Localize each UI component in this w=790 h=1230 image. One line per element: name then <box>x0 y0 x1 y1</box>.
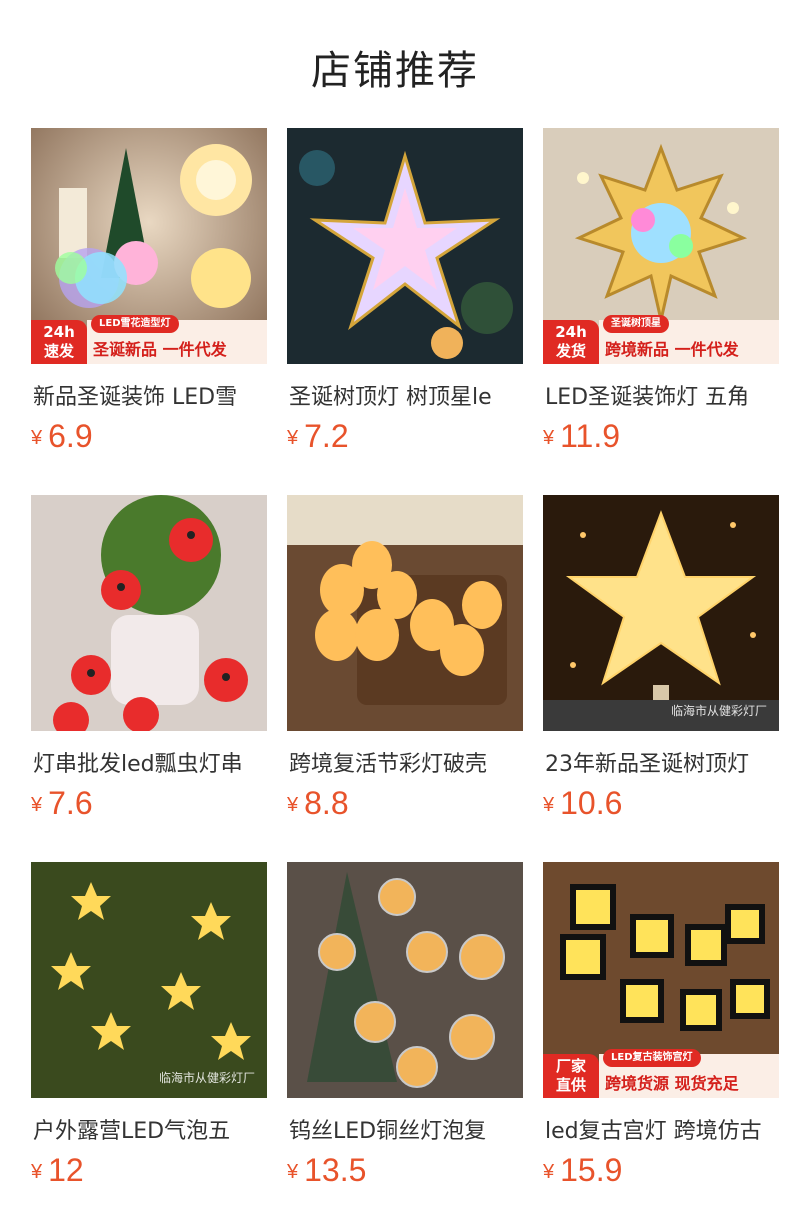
product-image[interactable] <box>287 862 523 1098</box>
badge-pill: LED雪花造型灯 <box>91 315 179 333</box>
page-title: 店铺推荐 <box>311 48 479 94</box>
currency-symbol: ¥ <box>543 427 555 449</box>
product-card[interactable]: 临海市从健彩灯厂 户外露营LED气泡五 ¥12 <box>31 862 267 1188</box>
product-image[interactable]: 24h 速发 LED雪花造型灯 圣诞新品 一件代发 <box>31 128 267 364</box>
product-name[interactable]: 23年新品圣诞树顶灯 <box>545 746 779 778</box>
product-image[interactable] <box>287 495 523 731</box>
product-image[interactable]: 24h 发货 圣诞树顶星 跨境新品 一件代发 <box>543 128 779 364</box>
badge-left-text: 24h 速发 <box>31 320 87 364</box>
product-grid: 24h 速发 LED雪花造型灯 圣诞新品 一件代发 新品圣诞装饰 LED雪 ¥6… <box>31 128 779 1188</box>
product-name[interactable]: 新品圣诞装饰 LED雪 <box>33 379 267 411</box>
product-card[interactable]: 圣诞树顶灯 树顶星le ¥7.2 <box>287 128 523 454</box>
badge-slogan: 跨境新品 一件代发 <box>605 340 739 359</box>
promo-badge: 24h 速发 LED雪花造型灯 圣诞新品 一件代发 <box>31 315 267 364</box>
product-price: ¥15.9 <box>543 1152 623 1188</box>
product-image[interactable]: 临海市从健彩灯厂 <box>543 495 779 731</box>
badge-pill: LED复古装饰宫灯 <box>603 1049 701 1067</box>
product-name[interactable]: LED圣诞装饰灯 五角 <box>545 379 779 411</box>
badge-pill: 圣诞树顶星 <box>603 315 669 333</box>
product-image[interactable]: 临海市从健彩灯厂 <box>31 862 267 1098</box>
product-card[interactable]: 钨丝LED铜丝灯泡复 ¥13.5 <box>287 862 523 1188</box>
product-card[interactable]: 24h 发货 圣诞树顶星 跨境新品 一件代发 LED圣诞装饰灯 五角 ¥11.9 <box>543 128 779 454</box>
product-price: ¥11.9 <box>543 418 621 454</box>
promo-badge: 厂家 直供 LED复古装饰宫灯 跨境货源 现货充足 <box>543 1049 779 1098</box>
product-name[interactable]: 灯串批发led瓢虫灯串 <box>33 746 267 778</box>
store-recommendations-page: 店铺推荐 24h 速发 LED雪花造型灯 圣诞新品 一件代发 新品圣诞装饰 LE… <box>0 0 790 1230</box>
product-card[interactable]: 厂家 直供 LED复古装饰宫灯 跨境货源 现货充足 led复古宫灯 跨境仿古 ¥… <box>543 862 779 1188</box>
badge-slogan: 跨境货源 现货充足 <box>605 1074 739 1093</box>
watermark-text: 临海市从健彩灯厂 <box>158 1071 255 1085</box>
product-name[interactable]: 钨丝LED铜丝灯泡复 <box>289 1113 523 1145</box>
currency-symbol: ¥ <box>287 427 299 449</box>
badge-left-text: 厂家 直供 <box>543 1054 599 1098</box>
currency-symbol: ¥ <box>31 794 43 816</box>
product-price: ¥7.6 <box>31 785 93 821</box>
promo-badge: 24h 发货 圣诞树顶星 跨境新品 一件代发 <box>543 315 779 364</box>
currency-symbol: ¥ <box>287 1161 299 1183</box>
badge-slogan: 圣诞新品 一件代发 <box>93 340 227 359</box>
currency-symbol: ¥ <box>287 794 299 816</box>
currency-symbol: ¥ <box>543 794 555 816</box>
product-price: ¥7.2 <box>287 418 349 454</box>
product-image[interactable] <box>31 495 267 731</box>
product-price: ¥8.8 <box>287 785 349 821</box>
product-card[interactable]: 跨境复活节彩灯破壳 ¥8.8 <box>287 495 523 821</box>
product-price: ¥13.5 <box>287 1152 367 1188</box>
product-price: ¥12 <box>31 1152 84 1188</box>
product-image[interactable]: 厂家 直供 LED复古装饰宫灯 跨境货源 现货充足 <box>543 862 779 1098</box>
product-price: ¥10.6 <box>543 785 623 821</box>
product-price: ¥6.9 <box>31 418 93 454</box>
badge-left-text: 24h 发货 <box>543 320 599 364</box>
product-card[interactable]: 24h 速发 LED雪花造型灯 圣诞新品 一件代发 新品圣诞装饰 LED雪 ¥6… <box>31 128 267 454</box>
product-image[interactable] <box>287 128 523 364</box>
watermark-text: 临海市从健彩灯厂 <box>670 704 767 718</box>
product-name[interactable]: 户外露营LED气泡五 <box>33 1113 267 1145</box>
product-name[interactable]: led复古宫灯 跨境仿古 <box>545 1113 779 1145</box>
product-name[interactable]: 圣诞树顶灯 树顶星le <box>289 379 523 411</box>
product-card[interactable]: 临海市从健彩灯厂 23年新品圣诞树顶灯 ¥10.6 <box>543 495 779 821</box>
product-name[interactable]: 跨境复活节彩灯破壳 <box>289 746 523 778</box>
currency-symbol: ¥ <box>31 427 43 449</box>
product-card[interactable]: 灯串批发led瓢虫灯串 ¥7.6 <box>31 495 267 821</box>
currency-symbol: ¥ <box>543 1161 555 1183</box>
currency-symbol: ¥ <box>31 1161 43 1183</box>
